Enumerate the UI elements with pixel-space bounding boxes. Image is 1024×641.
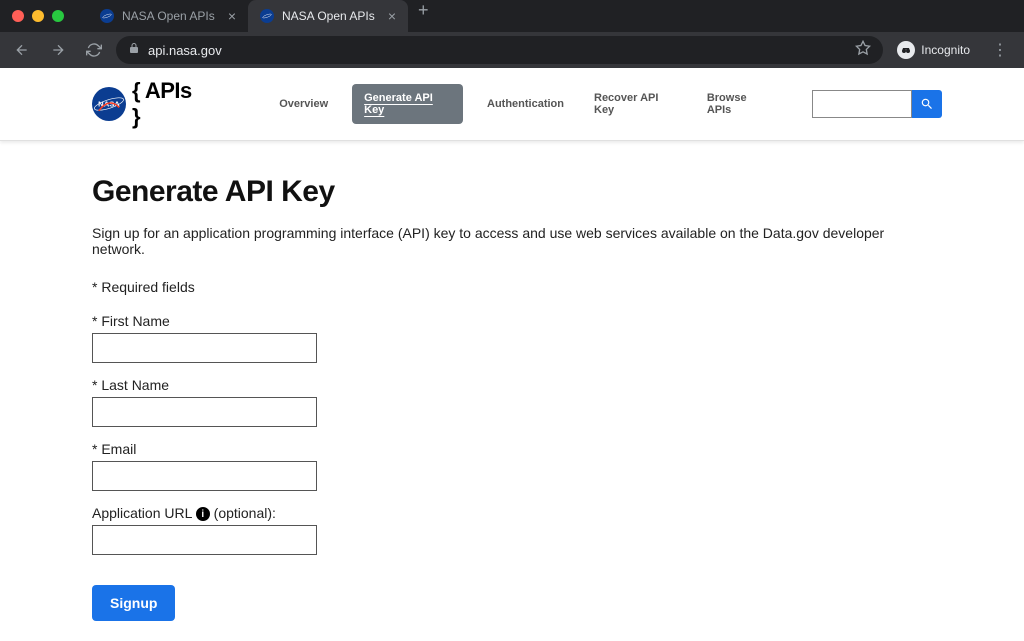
browser-chrome: NASA Open APIs × NASA Open APIs × +: [0, 0, 1024, 68]
close-tab-icon[interactable]: ×: [228, 8, 236, 24]
minimize-window-button[interactable]: [32, 10, 44, 22]
app-url-input[interactable]: [92, 525, 317, 555]
page-title: Generate API Key: [92, 175, 932, 209]
signup-button[interactable]: Signup: [92, 585, 175, 621]
app-url-label-pre: Application URL: [92, 505, 192, 521]
browser-menu-button[interactable]: ⋮: [984, 40, 1016, 60]
field-email: * Email: [92, 441, 932, 491]
nasa-favicon-icon: [100, 9, 114, 23]
site-header: NASA { APIs } Overview Generate API Key …: [0, 68, 1024, 141]
last-name-input[interactable]: [92, 397, 317, 427]
nasa-logo-icon: NASA: [92, 87, 126, 121]
nav-authentication[interactable]: Authentication: [481, 90, 570, 118]
app-url-label: Application URL i (optional):: [92, 505, 932, 521]
window-controls: [8, 10, 72, 22]
tab-bar: NASA Open APIs × NASA Open APIs × +: [0, 0, 1024, 32]
close-tab-icon[interactable]: ×: [388, 8, 396, 24]
search-button[interactable]: [912, 90, 942, 118]
search-group: [812, 90, 942, 118]
info-icon[interactable]: i: [196, 507, 210, 521]
tabs: NASA Open APIs × NASA Open APIs × +: [88, 0, 439, 32]
main-content: Generate API Key Sign up for an applicat…: [82, 141, 942, 641]
new-tab-button[interactable]: +: [408, 0, 439, 32]
app-url-label-post: (optional):: [214, 505, 276, 521]
first-name-label: * First Name: [92, 313, 932, 329]
email-label: * Email: [92, 441, 932, 457]
close-window-button[interactable]: [12, 10, 24, 22]
incognito-icon: [897, 41, 915, 59]
nav-overview[interactable]: Overview: [273, 90, 334, 118]
tab-active[interactable]: NASA Open APIs ×: [248, 0, 408, 32]
back-button[interactable]: [8, 36, 36, 64]
url-text: api.nasa.gov: [148, 43, 222, 58]
first-name-input[interactable]: [92, 333, 317, 363]
tab-title: NASA Open APIs: [282, 9, 375, 23]
page-description: Sign up for an application programming i…: [92, 225, 932, 257]
bookmark-star-icon[interactable]: [855, 40, 871, 61]
forward-button[interactable]: [44, 36, 72, 64]
required-fields-note: * Required fields: [92, 279, 932, 295]
tab-title: NASA Open APIs: [122, 9, 215, 23]
search-input[interactable]: [812, 90, 912, 118]
nav-generate-api-key[interactable]: Generate API Key: [352, 84, 463, 124]
field-last-name: * Last Name: [92, 377, 932, 427]
reload-button[interactable]: [80, 36, 108, 64]
lock-icon: [128, 41, 140, 59]
tab-inactive[interactable]: NASA Open APIs ×: [88, 0, 248, 32]
nasa-favicon-icon: [260, 9, 274, 23]
field-first-name: * First Name: [92, 313, 932, 363]
last-name-label: * Last Name: [92, 377, 932, 393]
incognito-label: Incognito: [921, 43, 970, 57]
url-input[interactable]: api.nasa.gov: [116, 36, 883, 64]
logo-text: { APIs }: [132, 78, 203, 130]
main-nav: Overview Generate API Key Authentication…: [273, 84, 942, 124]
site-logo[interactable]: NASA { APIs }: [92, 78, 203, 130]
page-content: NASA { APIs } Overview Generate API Key …: [0, 68, 1024, 641]
address-bar: api.nasa.gov Incognito ⋮: [0, 32, 1024, 68]
maximize-window-button[interactable]: [52, 10, 64, 22]
search-icon: [920, 97, 934, 111]
field-app-url: Application URL i (optional):: [92, 505, 932, 555]
incognito-indicator[interactable]: Incognito: [891, 41, 976, 59]
nav-recover-api-key[interactable]: Recover API Key: [588, 84, 683, 124]
nav-browse-apis[interactable]: Browse APIs: [701, 84, 776, 124]
email-input[interactable]: [92, 461, 317, 491]
